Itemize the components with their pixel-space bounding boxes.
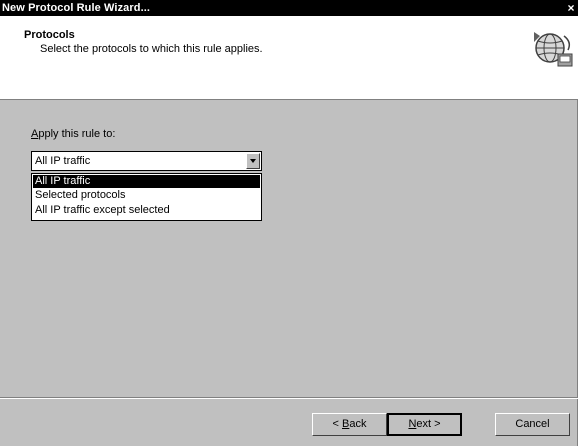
- page-heading: Protocols: [24, 29, 75, 41]
- title-bar[interactable]: New Protocol Rule Wizard... ×: [0, 0, 578, 16]
- back-button[interactable]: < Back: [312, 413, 387, 436]
- globe-network-icon: [534, 32, 573, 67]
- next-label: ext >: [416, 418, 441, 430]
- back-prefix: <: [332, 418, 342, 430]
- back-label: ack: [349, 418, 367, 430]
- option-all-except-selected[interactable]: All IP traffic except selected: [33, 204, 260, 217]
- apply-label-text: pply this rule to:: [38, 128, 116, 140]
- apply-rule-select[interactable]: All IP traffic: [31, 151, 262, 171]
- close-icon[interactable]: ×: [565, 0, 577, 16]
- next-button[interactable]: Next >: [387, 413, 462, 436]
- wizard-window: New Protocol Rule Wizard... × Protocols …: [0, 0, 578, 446]
- apply-rule-label: Apply this rule to:: [31, 128, 115, 140]
- window-title: New Protocol Rule Wizard...: [2, 2, 151, 14]
- option-selected-protocols[interactable]: Selected protocols: [33, 189, 260, 202]
- select-current-value: All IP traffic: [35, 155, 91, 167]
- cancel-button[interactable]: Cancel: [495, 413, 570, 436]
- chevron-down-icon: [250, 159, 256, 163]
- dropdown-list: All IP traffic Selected protocols All IP…: [31, 173, 262, 221]
- option-all-ip-traffic[interactable]: All IP traffic: [33, 175, 260, 188]
- dropdown-button[interactable]: [246, 153, 260, 169]
- footer-divider-highlight: [0, 398, 578, 399]
- page-subheading: Select the protocols to which this rule …: [40, 43, 263, 55]
- wizard-header: Protocols Select the protocols to which …: [0, 16, 578, 100]
